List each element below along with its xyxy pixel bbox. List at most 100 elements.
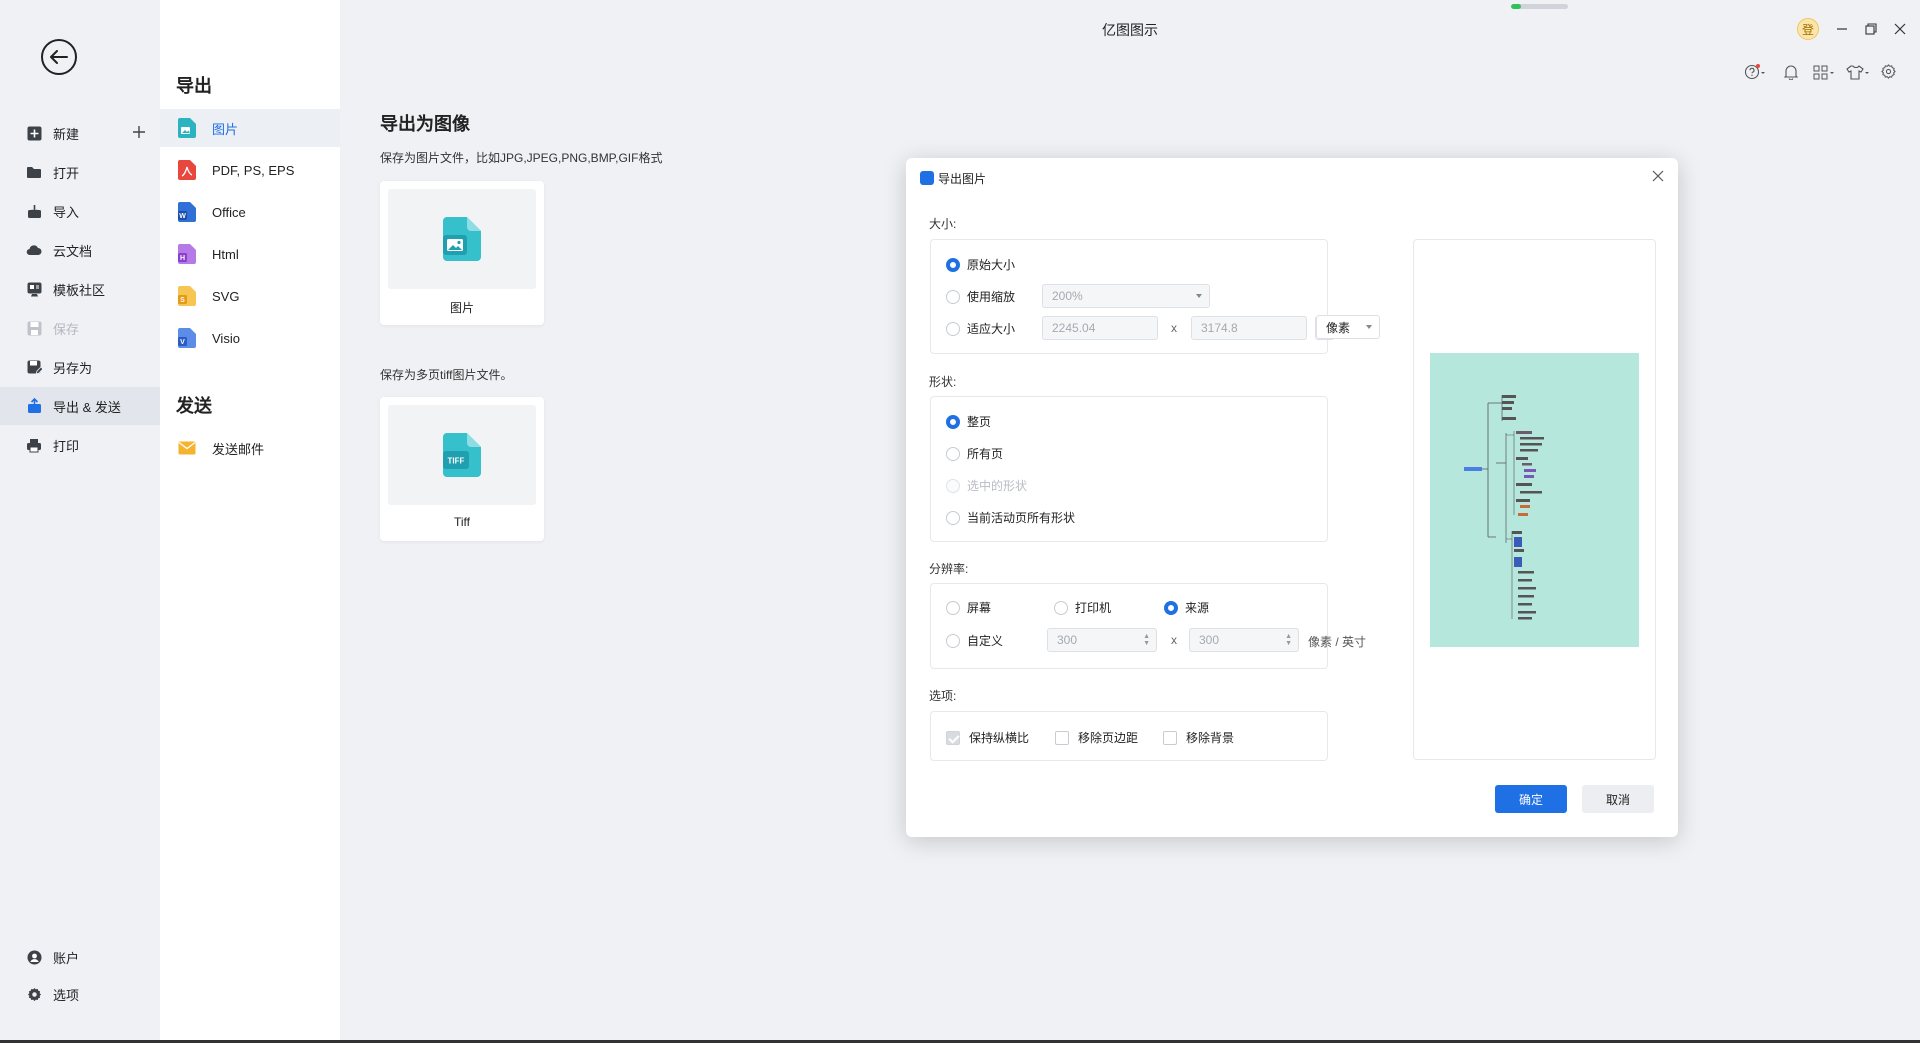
nav-item-cloud[interactable]: 云文档 [0,231,160,269]
app-logo-icon [920,171,934,185]
cancel-button[interactable]: 取消 [1582,785,1654,813]
export-icon [26,398,42,414]
nav-item-options[interactable]: 选项 [0,975,160,1013]
minimize-icon[interactable] [1836,23,1848,35]
width-input[interactable]: 2245.04 [1042,316,1158,340]
nav-item-print[interactable]: 打印 [0,426,160,464]
nav-item-save[interactable]: 保存 [0,309,160,347]
size-original-radio[interactable]: 原始大小 [946,256,1015,273]
option-label: 当前活动页所有形状 [967,511,1076,525]
gear-icon [1881,64,1896,79]
account-icon [26,949,42,965]
width-value: 2245.04 [1052,321,1096,335]
resolution-custom-radio[interactable]: 自定义 [946,632,1003,649]
option-label: 打印机 [1075,601,1112,615]
unit-value: 像素 [1326,320,1351,335]
plus-icon[interactable] [132,125,146,139]
nav-label: 导出 & 发送 [53,399,121,415]
shape-current-active-radio[interactable]: 当前活动页所有形状 [946,509,1075,526]
shape-all-pages-radio[interactable]: 所有页 [946,445,1003,462]
dpi-y-input[interactable]: 300 ▲ ▼ [1189,628,1299,652]
mindmap-thumbnail [1464,395,1544,620]
dpi-x-value: 300 [1057,633,1078,647]
skin-button[interactable] [1846,64,1870,80]
nav-item-templates[interactable]: 模板社区 [0,270,160,308]
nav-label: 导入 [53,204,80,220]
height-input[interactable]: 3174.8 [1191,316,1307,340]
left-sidebar: 新建 打开 导入 云文档 模板社区 保存 另存为 导出 & 发送 打印 账户 选… [0,0,160,1043]
nav-label: 模板社区 [53,282,106,298]
stepper-arrows-icon[interactable]: ▲ ▼ [1143,633,1150,647]
nav-item-account[interactable]: 账户 [0,938,160,976]
nav-item-open[interactable]: 打开 [0,153,160,191]
svg-text:V: V [180,339,185,346]
radio-indicator [946,321,960,336]
resolution-source-radio[interactable]: 来源 [1164,599,1209,616]
resolution-screen-radio[interactable]: 屏幕 [946,599,991,616]
sub-item-svg[interactable]: S SVG [160,277,340,315]
zoom-select[interactable]: 200% [1042,284,1210,308]
shape-selected-radio: 选中的形状 [946,477,1027,494]
sub-item-image[interactable]: 图片 [160,109,340,147]
card-thumbnail: TIFF [388,405,536,505]
sub-item-label: 发送邮件 [212,441,265,457]
settings-button[interactable] [1881,64,1896,79]
radio-indicator [946,478,960,493]
dialog-title: 导出图片 [938,172,987,186]
keep-ratio-checkbox: 保持纵横比 [946,729,1029,746]
notification-button[interactable] [1784,64,1798,80]
nav-item-new[interactable]: 新建 [0,114,160,152]
export-heading: 导出 [176,76,212,96]
sub-item-html[interactable]: H Html [160,235,340,273]
export-card-tiff[interactable]: TIFF Tiff [380,397,544,541]
nav-item-export-send[interactable]: 导出 & 发送 [0,387,160,425]
sub-item-pdf[interactable]: PDF, PS, EPS [160,151,340,189]
back-button[interactable] [41,39,77,75]
close-icon[interactable] [1894,23,1906,35]
nav-label: 打开 [53,165,80,181]
apps-grid-icon [1813,65,1834,80]
sub-item-label: Visio [212,330,240,346]
ok-button[interactable]: 确定 [1495,785,1567,813]
image-description: 保存为图片文件，比如JPG,JPEG,PNG,BMP,GIF格式 [380,151,663,165]
restore-icon[interactable] [1865,23,1877,35]
template-icon [26,281,42,297]
radio-indicator [1164,600,1178,615]
radio-indicator [946,633,960,648]
sub-item-visio[interactable]: V Visio [160,319,340,357]
size-zoom-radio[interactable]: 使用缩放 [946,288,1015,305]
export-image-dialog: 导出图片 大小: 原始大小 使用缩放 200% 适应大小 2245.04 x 3… [906,158,1678,837]
option-label: 整页 [967,415,992,429]
resolution-printer-radio[interactable]: 打印机 [1054,599,1111,616]
size-fit-radio[interactable]: 适应大小 [946,320,1015,337]
radio-indicator [946,414,960,429]
apps-button[interactable] [1813,64,1835,80]
checkbox-indicator [1163,730,1177,745]
remove-margin-checkbox[interactable]: 移除页边距 [1055,729,1138,746]
sub-item-office[interactable]: W Office [160,193,340,231]
export-card-image[interactable]: 图片 [380,181,544,325]
nav-item-save-as[interactable]: 另存为 [0,348,160,386]
image-file-icon [443,217,481,261]
help-button[interactable] [1744,64,1766,80]
html-file-icon: H [178,244,196,264]
dpi-x-input[interactable]: 300 ▲ ▼ [1047,628,1157,652]
nav-item-import[interactable]: 导入 [0,192,160,230]
option-label: 选中的形状 [967,479,1028,493]
stepper-arrows-icon[interactable]: ▲ ▼ [1285,633,1292,647]
option-label: 来源 [1185,601,1210,615]
folder-icon [26,164,42,180]
unit-select[interactable]: 像素 [1316,315,1380,339]
card-thumbnail [388,189,536,289]
sub-item-send-email[interactable]: 发送邮件 [160,429,340,467]
radio-indicator [946,510,960,525]
remove-bg-checkbox[interactable]: 移除背景 [1163,729,1234,746]
login-badge[interactable]: 登 [1797,18,1819,40]
progress-bar [1511,4,1568,9]
height-value: 3174.8 [1201,321,1238,335]
bell-icon [1784,65,1798,80]
shape-whole-page-radio[interactable]: 整页 [946,413,991,430]
close-icon[interactable] [1652,170,1664,182]
times-sign: x [1171,633,1177,647]
option-label: 适应大小 [967,322,1016,336]
